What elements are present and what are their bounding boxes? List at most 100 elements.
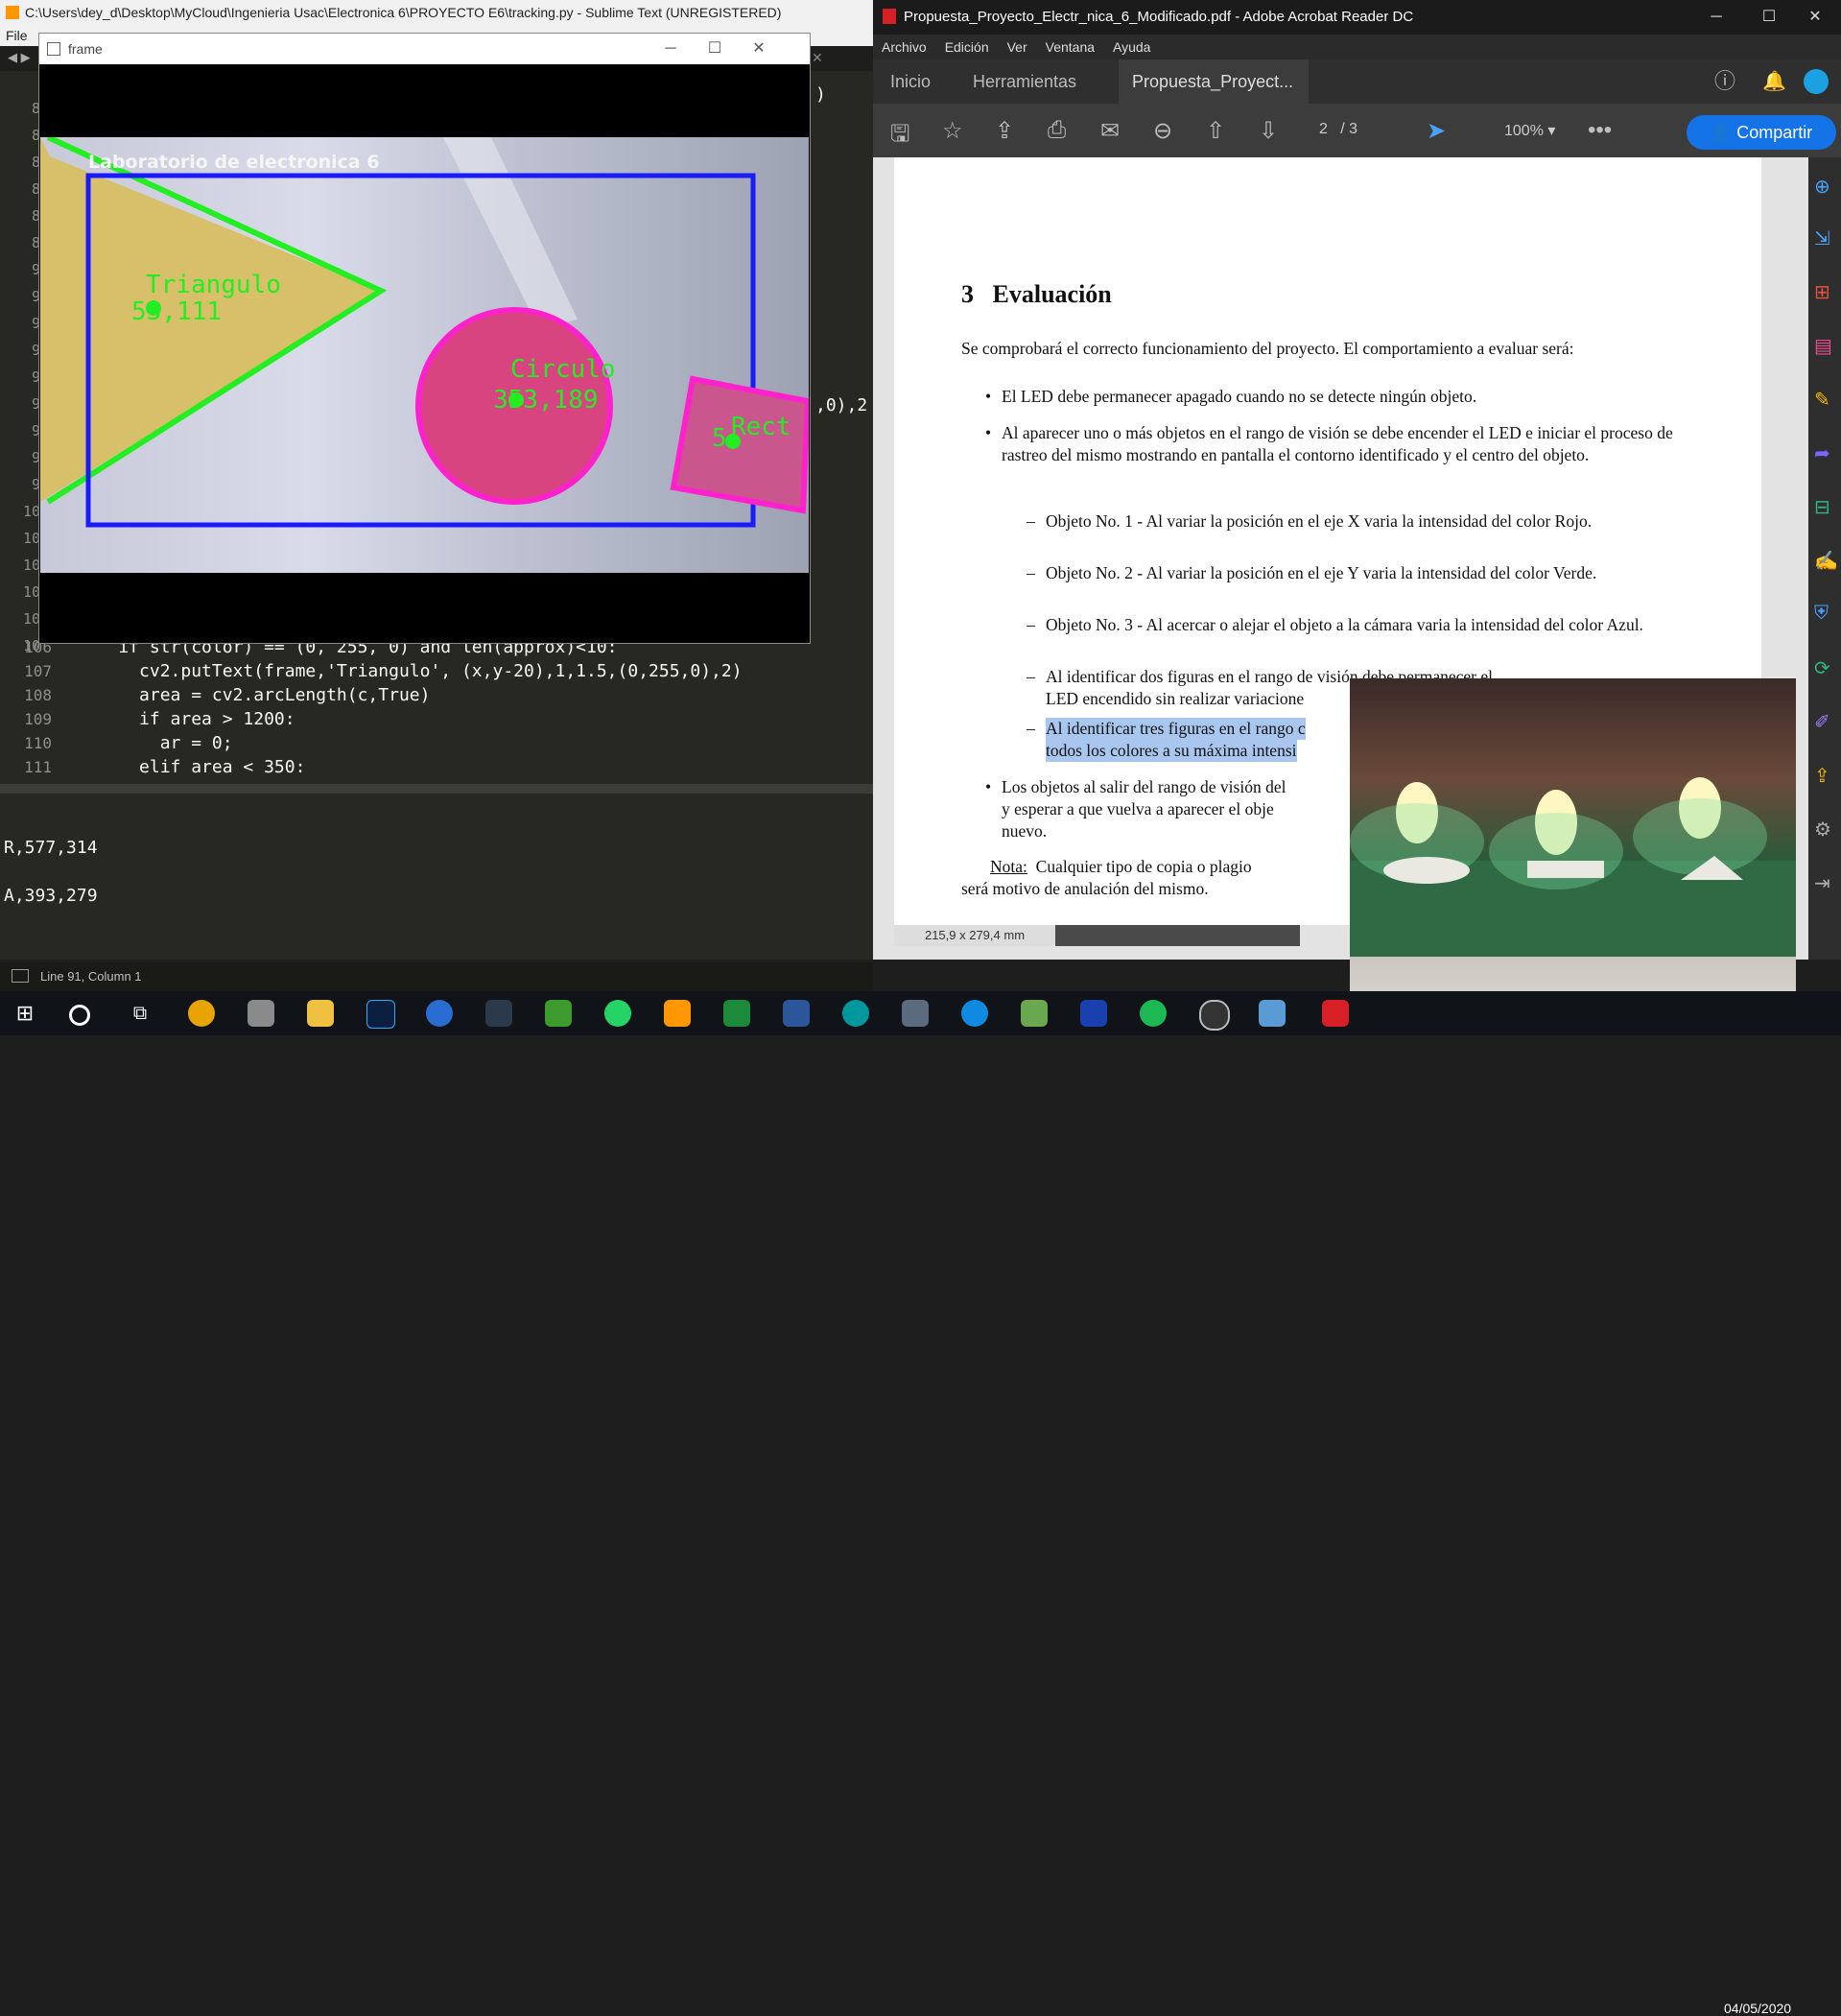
whatsapp-icon[interactable] [604, 1000, 631, 1027]
zoom-value: 100% [1504, 123, 1544, 139]
compare-icon[interactable]: ⊟ [1814, 495, 1830, 519]
code-line[interactable]: 108 area = cv2.arcLength(c,True) [0, 683, 873, 707]
3d-viewer-icon[interactable] [248, 1000, 274, 1027]
zoom-select[interactable]: 100% ▾ [1504, 121, 1555, 140]
chrome-icon[interactable] [188, 1000, 215, 1027]
intro-paragraph: Se comprobará el correcto funcionamiento… [961, 339, 1574, 358]
app-icon[interactable] [1259, 1000, 1286, 1027]
section-heading: 3 Evaluación [961, 280, 1112, 308]
help-icon[interactable]: ⓘ [1714, 59, 1735, 104]
collapse-icon[interactable]: ⇥ [1814, 871, 1830, 895]
page-indicator[interactable]: 2 / 3 [1319, 121, 1357, 138]
acrobat-icon[interactable] [1322, 1000, 1349, 1027]
frame-title: frame [68, 41, 103, 57]
bell-icon[interactable]: 🔔 [1762, 59, 1786, 104]
isis-icon[interactable] [1080, 1000, 1107, 1027]
tab-inicio[interactable]: Inicio [890, 59, 931, 104]
dash: – [1027, 615, 1035, 634]
menu-edicion[interactable]: Edición [945, 39, 989, 55]
camera-overlay: Laboratorio de electronica 6 Triangulo 5… [40, 137, 809, 528]
bullet-dot: • [985, 777, 992, 796]
menu-archivo[interactable]: Archivo [882, 39, 927, 55]
edge-icon[interactable] [961, 1000, 988, 1027]
spotify-icon[interactable] [1140, 1000, 1167, 1027]
export-pdf-icon[interactable]: ⇲ [1814, 226, 1830, 250]
comment-icon[interactable]: ✎ [1814, 388, 1830, 412]
avatar[interactable] [1804, 69, 1829, 94]
app-icon[interactable] [1021, 1000, 1048, 1027]
sublime-icon[interactable] [664, 1000, 691, 1027]
code-fragment: ) [815, 84, 826, 105]
horizontal-scrollbar[interactable] [0, 784, 873, 794]
menu-ver[interactable]: Ver [1007, 39, 1027, 55]
shape-label: Circulo [510, 355, 616, 384]
page-current[interactable]: 2 [1319, 121, 1328, 137]
highlighted-text[interactable]: Al identificar tres figuras en el rango … [1046, 718, 1306, 740]
task-view-icon[interactable]: ⧉ [127, 1000, 153, 1027]
bullet-item: y esperar a que vuelva a aparecer el obj… [1002, 799, 1274, 818]
highlighted-text[interactable]: todos los colores a su máxima intensi [1046, 740, 1297, 762]
tab-document[interactable]: Propuesta_Proyect... ✕ [1119, 59, 1309, 135]
minimize-icon[interactable]: ─ [649, 34, 693, 64]
page-size-indicator: 215,9 x 279,4 mm [894, 925, 1055, 946]
select-cursor-icon[interactable]: ➤ [1427, 117, 1446, 145]
menu-ayuda[interactable]: Ayuda [1113, 39, 1150, 55]
share-label: Compartir [1736, 123, 1813, 142]
frame-titlebar[interactable]: frame ─ ☐ ✕ [39, 34, 810, 64]
protect-icon[interactable]: ⛨ [1814, 603, 1829, 625]
print-icon[interactable]: ⎙ [1048, 117, 1066, 144]
bullet-item: Al aparecer uno o más objetos en el rang… [1002, 423, 1673, 464]
prev-page-icon[interactable]: ⇧ [1206, 117, 1225, 145]
mail-icon[interactable]: ✉ [1100, 117, 1120, 145]
code-line[interactable]: 107 cv2.putText(frame,'Triangulo', (x,y-… [0, 659, 873, 683]
create-pdf-icon[interactable]: ⊞ [1814, 280, 1830, 304]
start-icon[interactable]: ⊞ [12, 1000, 38, 1027]
organize-icon[interactable]: ▤ [1814, 334, 1832, 358]
acrobat-titlebar[interactable]: Propuesta_Proyecto_Electr_nica_6_Modific… [873, 0, 1841, 35]
minimize-icon[interactable]: ─ [1690, 0, 1742, 35]
zoom-tool-icon[interactable]: ⊕ [1814, 175, 1830, 199]
obs-icon[interactable] [1199, 1000, 1230, 1031]
panel-toggle-icon[interactable] [12, 969, 29, 983]
app-icon[interactable] [902, 1000, 929, 1027]
photoshop-icon[interactable] [366, 1000, 395, 1029]
code-line[interactable]: 111 elif area < 350: [0, 755, 873, 779]
maximize-icon[interactable]: ☐ [1743, 0, 1795, 35]
file-explorer-icon[interactable] [307, 1000, 334, 1027]
browser-icon[interactable] [426, 1000, 453, 1027]
bullet-dot: • [985, 423, 992, 442]
tab-herramientas[interactable]: Herramientas [973, 59, 1076, 104]
star-icon[interactable]: ☆ [942, 117, 963, 145]
export-icon[interactable]: ⇪ [1814, 764, 1830, 788]
more-icon[interactable]: ••• [1588, 117, 1612, 144]
menu-ventana[interactable]: Ventana [1046, 39, 1095, 55]
fill-sign-icon[interactable]: ✍ [1814, 549, 1838, 573]
zoom-out-icon[interactable]: ⊖ [1153, 117, 1172, 145]
app-icon[interactable] [723, 1000, 750, 1027]
tools-icon[interactable]: ⚙ [1814, 818, 1831, 842]
sub-item: LED encendido sin realizar variacione [1046, 689, 1305, 708]
dash: – [1027, 511, 1035, 531]
app-icon[interactable] [545, 1000, 572, 1027]
word-icon[interactable] [783, 1000, 810, 1027]
clock-date[interactable]: 04/05/2020 [1724, 2001, 1791, 2016]
scan-icon[interactable]: ⟳ [1814, 656, 1830, 680]
maximize-icon[interactable]: ☐ [693, 34, 737, 64]
send-icon[interactable]: ➦ [1814, 441, 1830, 465]
search-icon[interactable] [69, 1005, 90, 1026]
edit-icon[interactable]: ✐ [1814, 710, 1830, 734]
save-icon[interactable]: 🖫 [890, 117, 909, 156]
note-line: será motivo de anulación del mismo. [961, 879, 1209, 898]
horizontal-scrollbar[interactable] [1055, 925, 1300, 946]
share-button[interactable]: 👤 Compartir [1687, 115, 1836, 150]
close-icon[interactable]: ✕ [737, 34, 781, 64]
arduino-icon[interactable] [842, 1000, 869, 1027]
acrobat-toolbar: 🖫 ☆ ⇪ ⎙ ✉ ⊖ ⇧ ⇩ 2 / 3 ➤ 100% ▾ ••• 👤 Com… [873, 104, 1841, 157]
code-line[interactable]: 109 if area > 1200: [0, 707, 873, 731]
next-page-icon[interactable]: ⇩ [1259, 117, 1278, 145]
console-line: R,577,314 [4, 838, 98, 858]
close-icon[interactable]: ✕ [1789, 0, 1841, 35]
code-line[interactable]: 110 ar = 0; [0, 731, 873, 755]
upload-icon[interactable]: ⇪ [995, 117, 1014, 145]
app-icon[interactable] [485, 1000, 512, 1027]
